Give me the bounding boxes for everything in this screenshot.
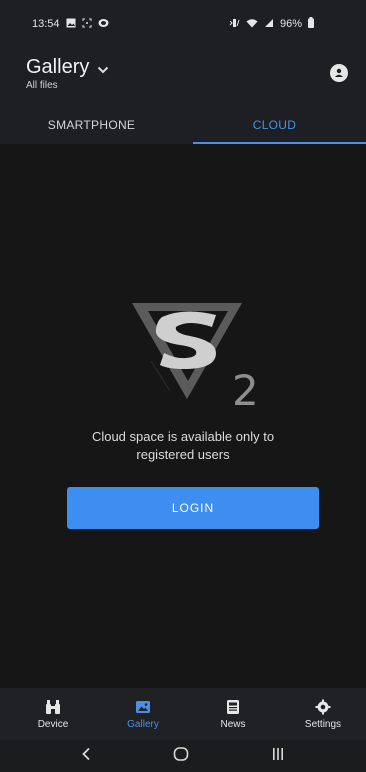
home-icon[interactable] (173, 746, 189, 766)
status-time: 13:54 (32, 18, 60, 30)
image-icon (136, 700, 150, 713)
tab-smartphone[interactable]: SMARTPHONE (0, 106, 183, 144)
logo-suffix: 2 (232, 366, 259, 409)
screenshot-icon (82, 18, 92, 31)
status-bar: 13:54 96% (0, 0, 366, 48)
nav-gallery[interactable]: Gallery (110, 699, 176, 730)
nav-news[interactable]: News (200, 699, 266, 730)
cloud-message: Cloud space is available only to registe… (40, 428, 326, 464)
gear-icon (315, 699, 331, 714)
signal-icon (264, 18, 274, 31)
cloud-message-line2: registered users (136, 447, 230, 462)
nav-device[interactable]: Device (20, 699, 86, 730)
gallery-icon (66, 18, 76, 31)
app-screen: 13:54 96% Gallery All files SMARTPHONE C… (0, 0, 366, 772)
back-icon[interactable] (81, 747, 91, 766)
status-right: 96% (229, 17, 314, 31)
status-left: 13:54 (32, 18, 109, 31)
page-subtitle: All files (26, 80, 58, 91)
page-title: Gallery (26, 56, 90, 78)
bottom-nav: Device Gallery News Settings (0, 688, 366, 740)
nav-settings-label: Settings (304, 718, 342, 730)
wifi-icon (246, 18, 258, 31)
tab-cloud[interactable]: CLOUD (183, 106, 366, 144)
app-header: Gallery All files (0, 48, 366, 106)
recents-icon[interactable] (271, 747, 285, 766)
s2-logo: 2 (124, 299, 262, 415)
vibrate-icon (229, 18, 240, 31)
login-button[interactable]: LOGIN (67, 487, 319, 529)
tab-bar: SMARTPHONE CLOUD (0, 106, 366, 144)
cloud-message-line1: Cloud space is available only to (91, 429, 275, 444)
cloud-panel: 2 Cloud space is available only to regis… (0, 144, 366, 688)
battery-percent: 96% (279, 18, 302, 30)
nav-device-label: Device (37, 718, 69, 730)
system-nav-bar (0, 740, 366, 772)
news-icon (227, 699, 239, 714)
account-icon[interactable] (330, 64, 348, 82)
battery-icon (308, 17, 314, 31)
nav-news-label: News (220, 718, 246, 730)
mute-icon (98, 18, 109, 31)
nav-settings[interactable]: Settings (290, 699, 356, 730)
gallery-dropdown[interactable]: Gallery (26, 56, 350, 79)
chevron-down-icon (97, 61, 109, 77)
nav-gallery-label: Gallery (127, 718, 159, 730)
binoculars-icon (46, 699, 60, 714)
